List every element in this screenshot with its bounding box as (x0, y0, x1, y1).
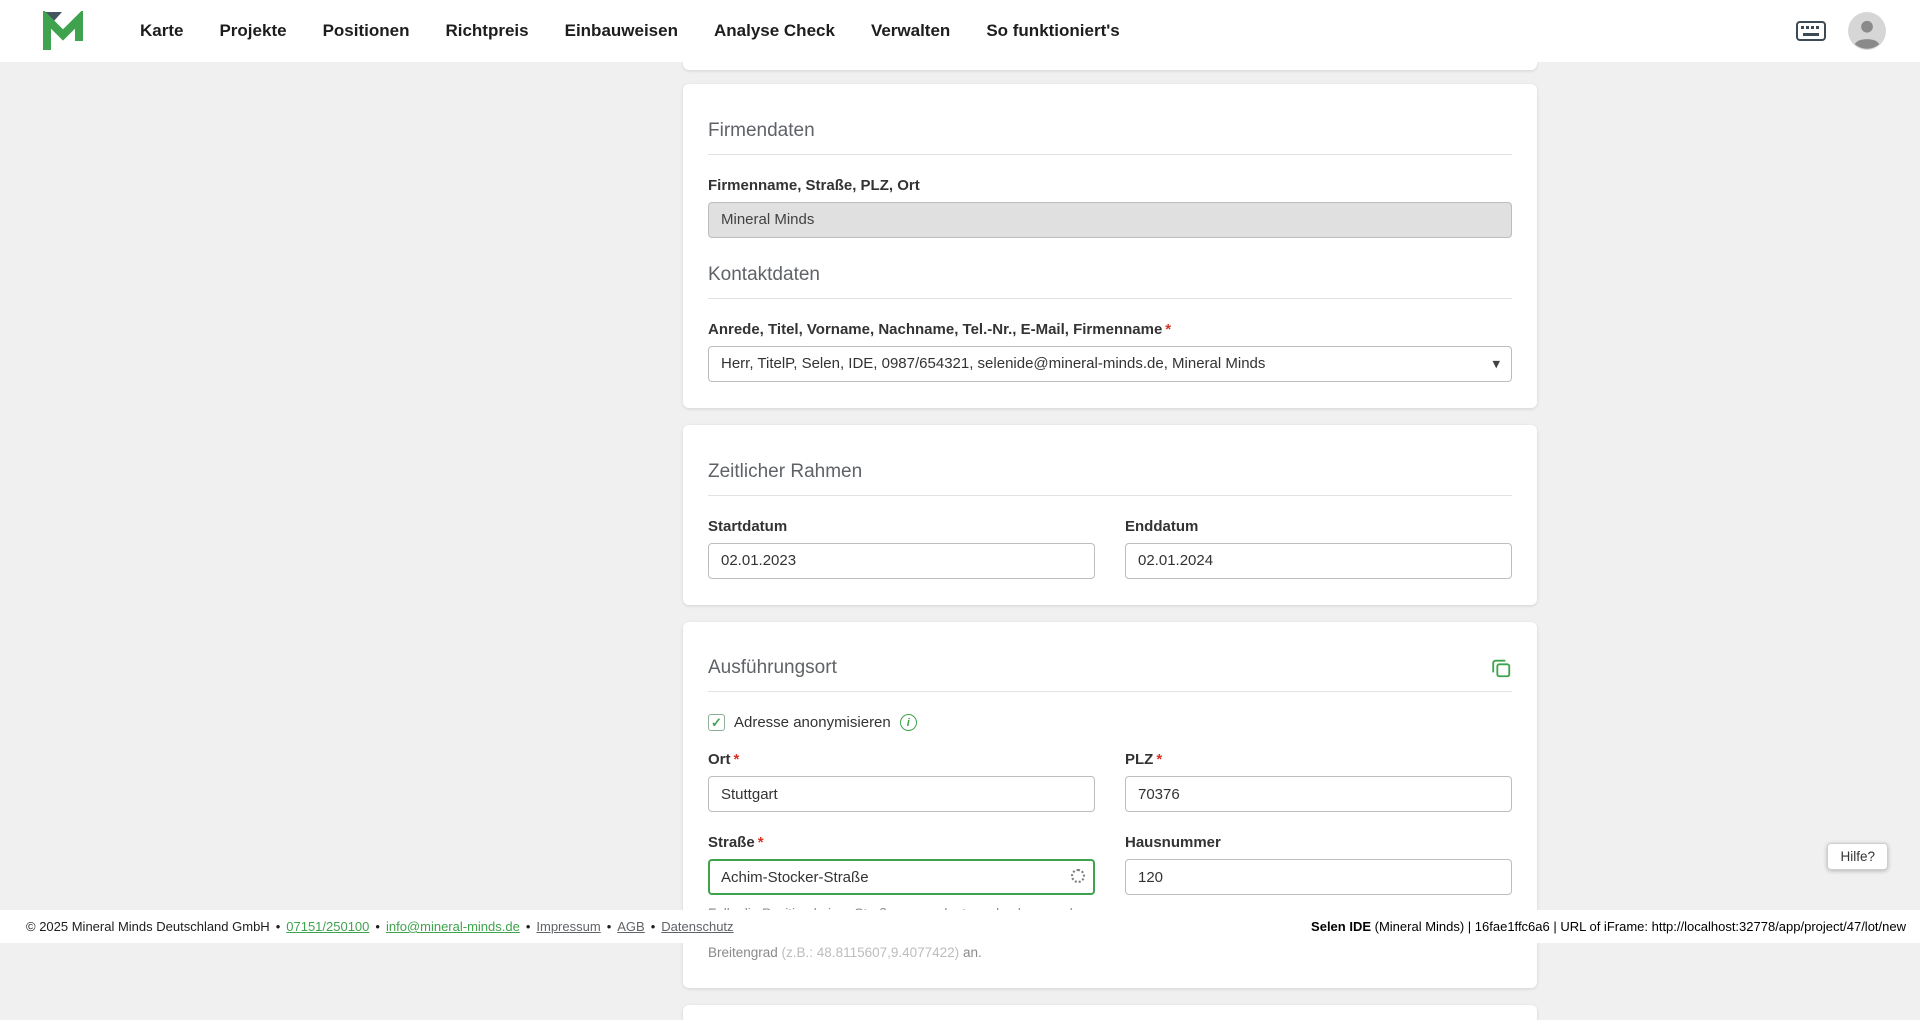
footer-separator: • (607, 919, 612, 934)
contact-field-label-text: Anrede, Titel, Vorname, Nachname, Tel.-N… (708, 321, 1162, 338)
logo-icon (42, 11, 84, 51)
plz-field: PLZ* (1125, 751, 1512, 812)
enddatum-input[interactable] (1125, 543, 1512, 579)
footer-separator: • (375, 919, 380, 934)
main-content: Firmendaten Firmenname, Straße, PLZ, Ort… (683, 0, 1537, 1020)
hausnummer-field: Hausnummer (1125, 834, 1512, 895)
nav-item-richtpreis[interactable]: Richtpreis (445, 21, 528, 41)
required-asterisk: * (1165, 321, 1171, 338)
ort-label: Ort* (708, 751, 1095, 768)
copy-icon (1490, 657, 1512, 679)
plz-input[interactable] (1125, 776, 1512, 812)
card-zeitlicher-rahmen: Zeitlicher Rahmen Startdatum Enddatum (683, 425, 1537, 605)
navbar: Karte Projekte Positionen Richtpreis Ein… (0, 0, 1920, 62)
card-fragment-top (683, 62, 1537, 70)
nav-item-so-funktionierts[interactable]: So funktioniert's (986, 21, 1119, 41)
card-fragment-bottom (683, 1005, 1537, 1020)
section-title-firmendaten: Firmendaten (708, 120, 1512, 155)
plz-label-text: PLZ (1125, 751, 1153, 768)
section-title-zeitlicher-rahmen: Zeitlicher Rahmen (708, 461, 1512, 496)
required-asterisk: * (734, 751, 740, 768)
keyboard-button[interactable] (1796, 21, 1826, 41)
anonymize-row: ✓ Adresse anonymisieren i (708, 714, 1512, 731)
enddatum-label: Enddatum (1125, 518, 1512, 535)
copy-address-button[interactable] (1490, 657, 1512, 679)
footer-datenschutz-link[interactable]: Datenschutz (661, 919, 733, 934)
footer-agb-link[interactable]: AGB (617, 919, 644, 934)
anonymize-label: Adresse anonymisieren (734, 714, 891, 731)
navbar-right (1796, 12, 1886, 50)
anonymize-checkbox[interactable]: ✓ (708, 714, 725, 731)
card-firmendaten: Firmendaten Firmenname, Straße, PLZ, Ort… (683, 84, 1537, 408)
strasse-input[interactable] (708, 859, 1095, 895)
strasse-label: Straße* (708, 834, 1095, 851)
ausfuehrungsort-title-text: Ausführungsort (708, 657, 837, 679)
footer: © 2025 Mineral Minds Deutschland GmbH • … (0, 910, 1920, 943)
footer-ide-details: (Mineral Minds) | 16fae1ffc6a6 | URL of … (1371, 919, 1906, 934)
ort-label-text: Ort (708, 751, 731, 768)
nav-item-projekte[interactable]: Projekte (219, 21, 286, 41)
startdatum-label: Startdatum (708, 518, 1095, 535)
help-button[interactable]: Hilfe? (1827, 843, 1888, 870)
footer-separator: • (276, 919, 281, 934)
required-asterisk: * (758, 834, 764, 851)
ort-field: Ort* (708, 751, 1095, 812)
footer-debug-info: Selen IDE (Mineral Minds) | 16fae1ffc6a6… (1311, 919, 1906, 934)
footer-copyright: © 2025 Mineral Minds Deutschland GmbH (26, 919, 270, 934)
nav-item-einbauweisen[interactable]: Einbauweisen (565, 21, 678, 41)
startdatum-input[interactable] (708, 543, 1095, 579)
footer-impressum-link[interactable]: Impressum (536, 919, 600, 934)
hausnummer-label: Hausnummer (1125, 834, 1512, 851)
contact-field-label: Anrede, Titel, Vorname, Nachname, Tel.-N… (708, 321, 1512, 338)
section-title-kontaktdaten: Kontaktdaten (708, 264, 1512, 299)
footer-separator: • (651, 919, 656, 934)
keyboard-icon (1796, 21, 1826, 41)
chevron-down-icon: ▾ (1492, 354, 1500, 372)
strasse-label-text: Straße (708, 834, 755, 851)
nav-item-analyse-check[interactable]: Analyse Check (714, 21, 835, 41)
footer-ide-name: Selen IDE (1311, 919, 1371, 934)
nav-item-karte[interactable]: Karte (140, 21, 183, 41)
ort-input[interactable] (708, 776, 1095, 812)
user-menu-button[interactable] (1848, 12, 1886, 50)
footer-phone-link[interactable]: 07151/250100 (286, 919, 369, 934)
required-asterisk: * (1156, 751, 1162, 768)
hausnummer-input[interactable] (1125, 859, 1512, 895)
footer-email-link[interactable]: info@mineral-minds.de (386, 919, 520, 934)
plz-label: PLZ* (1125, 751, 1512, 768)
strasse-hint-example: (z.B.: 48.8115607,9.4077422) (782, 945, 960, 960)
enddatum-field: Enddatum (1125, 518, 1512, 579)
startdatum-field: Startdatum (708, 518, 1095, 579)
company-input (708, 202, 1512, 238)
footer-left: © 2025 Mineral Minds Deutschland GmbH • … (26, 919, 734, 934)
contact-select-value: Herr, TitelP, Selen, IDE, 0987/654321, s… (721, 355, 1265, 372)
section-title-ausfuehrungsort: Ausführungsort (708, 657, 1512, 692)
company-field-label: Firmenname, Straße, PLZ, Ort (708, 177, 1512, 194)
logo[interactable] (42, 11, 84, 51)
nav-item-verwalten[interactable]: Verwalten (871, 21, 950, 41)
footer-separator: • (526, 919, 531, 934)
avatar-icon (1848, 12, 1886, 50)
nav-item-positionen[interactable]: Positionen (323, 21, 410, 41)
contact-select[interactable]: Herr, TitelP, Selen, IDE, 0987/654321, s… (708, 346, 1512, 382)
info-icon[interactable]: i (900, 714, 917, 731)
nav-items: Karte Projekte Positionen Richtpreis Ein… (140, 21, 1120, 41)
strasse-hint-suffix: an. (959, 945, 982, 960)
